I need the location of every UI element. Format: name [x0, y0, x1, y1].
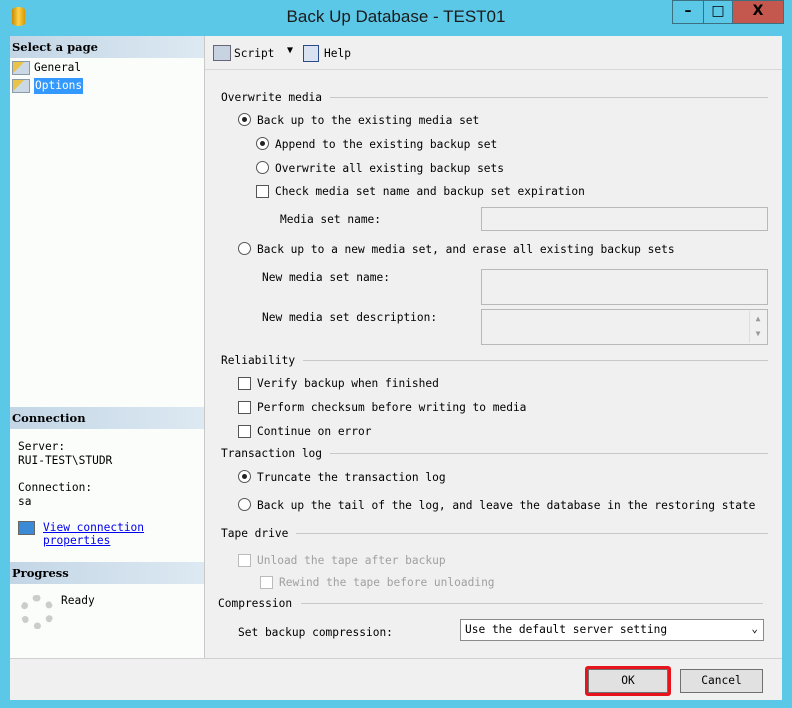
- script-button[interactable]: Script: [234, 47, 274, 60]
- new-media-set-radio[interactable]: [238, 242, 251, 255]
- continue-on-error-label: Continue on error: [257, 425, 372, 438]
- checksum-label: Perform checksum before writing to media: [257, 401, 527, 414]
- append-radio[interactable]: [256, 137, 269, 150]
- append-label: Append to the existing backup set: [275, 138, 498, 151]
- maximize-button[interactable]: □: [703, 0, 733, 24]
- media-set-name-input[interactable]: [481, 207, 768, 231]
- verify-backup-label: Verify backup when finished: [257, 377, 439, 390]
- page-icon: [12, 61, 30, 75]
- divider: [330, 97, 768, 98]
- new-media-description-input[interactable]: ▲ ▼: [481, 309, 768, 345]
- description-scrollbar[interactable]: ▲ ▼: [749, 311, 766, 343]
- transaction-log-header: Transaction log: [221, 447, 323, 460]
- divider: [330, 453, 768, 454]
- server-value: RUI-TEST\STUDR: [18, 454, 113, 467]
- minimize-button[interactable]: –: [672, 0, 704, 24]
- server-label: Server:: [18, 440, 66, 453]
- connection-header: Connection: [10, 407, 204, 429]
- select-page-header: Select a page: [10, 36, 204, 58]
- tail-log-radio[interactable]: [238, 498, 251, 511]
- divider: [301, 603, 763, 604]
- overwrite-media-header: Overwrite media: [221, 91, 323, 104]
- overwrite-all-label: Overwrite all existing backup sets: [275, 162, 505, 175]
- truncate-log-radio[interactable]: [238, 470, 251, 483]
- rewind-tape-label: Rewind the tape before unloading: [279, 576, 495, 589]
- ok-button[interactable]: OK: [588, 669, 668, 693]
- sidebar-item-label: General: [34, 61, 82, 74]
- media-set-name-label: Media set name:: [280, 213, 382, 226]
- connection-label: Connection:: [18, 481, 93, 494]
- checksum-checkbox[interactable]: [238, 401, 251, 414]
- check-media-label: Check media set name and backup set expi…: [275, 185, 585, 198]
- compression-label: Set backup compression:: [238, 626, 393, 639]
- new-media-name-input[interactable]: [481, 269, 768, 305]
- script-dropdown-icon[interactable]: ▼: [287, 45, 293, 56]
- chevron-down-icon: ⌄: [751, 622, 758, 635]
- sidebar-item-general[interactable]: General: [12, 60, 81, 76]
- sidebar: Select a page General Options Connection…: [10, 36, 205, 658]
- page-icon: [12, 79, 30, 93]
- options-panel: Script ▼ Help Overwrite media Back up to…: [205, 36, 782, 658]
- unload-tape-checkbox[interactable]: [238, 554, 251, 567]
- compression-header: Compression: [218, 597, 293, 610]
- view-connection-properties-link[interactable]: View connection properties: [43, 521, 144, 547]
- rewind-tape-checkbox[interactable]: [260, 576, 273, 589]
- new-media-name-label: New media set name:: [262, 271, 390, 284]
- cancel-button[interactable]: Cancel: [680, 669, 763, 693]
- reliability-header: Reliability: [221, 354, 296, 367]
- continue-on-error-checkbox[interactable]: [238, 425, 251, 438]
- toolbar: Script ▼ Help: [205, 36, 782, 70]
- progress-spinner-icon: [20, 595, 54, 629]
- existing-media-label: Back up to the existing media set: [257, 114, 480, 127]
- progress-header: Progress: [10, 562, 204, 584]
- help-button[interactable]: Help: [324, 47, 351, 60]
- close-button[interactable]: X: [732, 0, 784, 24]
- compression-select[interactable]: Use the default server setting ⌄: [460, 619, 764, 641]
- sidebar-item-label: Options: [34, 78, 84, 94]
- script-icon: [213, 45, 231, 61]
- sidebar-item-options[interactable]: Options: [12, 78, 84, 94]
- connection-properties-icon: [18, 521, 35, 535]
- progress-status: Ready: [61, 594, 95, 607]
- verify-backup-checkbox[interactable]: [238, 377, 251, 390]
- overwrite-all-radio[interactable]: [256, 161, 269, 174]
- new-media-set-label: Back up to a new media set, and erase al…: [257, 243, 675, 256]
- new-media-description-label: New media set description:: [262, 311, 438, 324]
- connection-value: sa: [18, 495, 32, 508]
- divider: [296, 533, 768, 534]
- compression-selected-value: Use the default server setting: [465, 623, 668, 636]
- tape-drive-header: Tape drive: [221, 527, 289, 540]
- existing-media-radio[interactable]: [238, 113, 251, 126]
- unload-tape-label: Unload the tape after backup: [257, 554, 446, 567]
- database-icon: [12, 7, 25, 26]
- divider: [303, 360, 768, 361]
- truncate-log-label: Truncate the transaction log: [257, 471, 446, 484]
- tail-log-label: Back up the tail of the log, and leave t…: [257, 499, 756, 512]
- button-bar: OK Cancel: [10, 658, 782, 700]
- check-media-checkbox[interactable]: [256, 185, 269, 198]
- help-icon: [303, 45, 319, 62]
